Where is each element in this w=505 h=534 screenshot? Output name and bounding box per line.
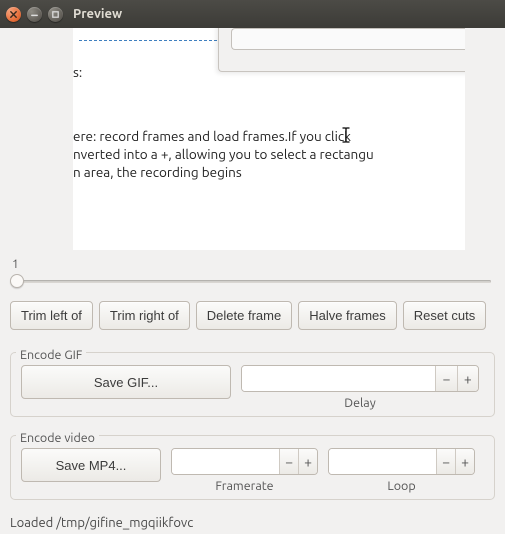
loop-label: Loop [387,479,415,493]
encode-gif-group: Encode GIF Save GIF... − + Delay [10,340,495,417]
halve-frames-button[interactable]: Halve frames [298,301,397,330]
titlebar: Preview [0,0,505,28]
selection-dashed-line [79,40,227,41]
frame-slider[interactable] [10,273,495,289]
encode-video-label: Encode video [16,431,99,445]
delay-input[interactable] [242,366,435,391]
slider-thumb[interactable] [10,274,24,288]
loop-increment-button[interactable]: + [455,449,474,474]
reset-cuts-button[interactable]: Reset cuts [403,301,486,330]
framerate-decrement-button[interactable]: − [279,449,298,474]
save-gif-button[interactable]: Save GIF... [21,365,231,399]
loop-input[interactable] [329,449,436,474]
save-mp4-button[interactable]: Save MP4... [21,448,161,482]
delay-spinbox[interactable]: − + [241,365,479,392]
trim-left-button[interactable]: Trim left of [10,301,93,330]
framerate-input[interactable] [172,449,279,474]
plus-icon: + [464,371,472,387]
window-title: Preview [73,7,122,21]
text-cursor-icon [339,127,353,143]
preview-text-line: n area, the recording begins [73,164,242,180]
trim-right-button[interactable]: Trim right of [99,301,190,330]
slider-track [14,280,491,283]
status-bar: Loaded /tmp/gifine_mgqiikfovc [0,506,505,530]
encode-video-group: Encode video Save MP4... − + Framerate − [10,423,495,500]
preview-pane: s: ere: record frames and load frames.If… [73,28,465,250]
delay-increment-button[interactable]: + [457,366,478,391]
close-button[interactable] [6,7,21,22]
framerate-label: Framerate [215,479,273,493]
framerate-spinbox[interactable]: − + [171,448,318,475]
window-controls [6,7,63,22]
framerate-increment-button[interactable]: + [298,449,317,474]
delay-decrement-button[interactable]: − [435,366,456,391]
minus-icon: − [443,371,451,387]
loop-decrement-button[interactable]: − [436,449,455,474]
preview-text-line: nverted into a +, allowing you to select… [73,146,374,162]
plus-icon: + [304,454,312,470]
minus-icon: − [285,454,293,470]
encode-gif-label: Encode GIF [16,348,86,362]
delete-frame-button[interactable]: Delete frame [196,301,292,330]
preview-text-line: s: [73,64,82,80]
minus-icon: − [442,454,450,470]
plus-icon: + [461,454,469,470]
maximize-button[interactable] [48,7,63,22]
delay-label: Delay [344,396,375,410]
preview-text-line: ere: record frames and load frames.If yo… [73,128,354,144]
minimize-button[interactable] [27,7,42,22]
edit-button-row: Trim left of Trim right of Delete frame … [0,289,505,336]
embedded-window-fragment [218,28,465,72]
frame-slider-value: 1 [12,258,495,271]
loop-spinbox[interactable]: − + [328,448,475,475]
